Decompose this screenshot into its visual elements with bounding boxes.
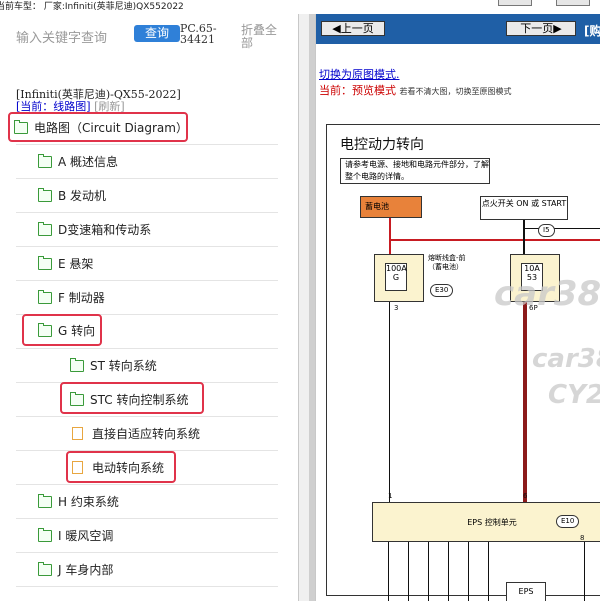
folder-icon [38,290,52,304]
tree-item-label: B 发动机 [58,189,107,203]
output-wire [488,542,489,601]
right-arrow-icon: ▶ [553,22,562,35]
fuse-100a-amp: 100A [386,264,407,273]
ecu-connector-tag: E10 [556,515,580,528]
tree-item-label: ST 转向系统 [90,359,157,373]
ecu-pin-label: 6 [523,492,528,500]
wire-pin6 [523,302,527,502]
diagram-note: 请参考电源、接地和电路元件部分，了解整个电路的详情。 [340,158,490,184]
watermark-logo: car38 [494,274,600,314]
watermark-logo: CY2 [548,380,600,410]
tree-separator [16,280,278,281]
tree-separator [16,416,278,417]
switch-original-mode-link[interactable]: 切换为原图模式. [319,66,400,82]
tree-separator [16,178,278,179]
tree-separator [16,212,278,213]
next-label: 下一页 [520,22,554,35]
battery-wire [389,218,391,254]
tree-item-label: A 概述信息 [58,155,119,169]
left-arrow-icon: ◀ [332,22,341,35]
mode-line: 当前：预览模式 若看不清大图，切换至原图模式 [319,82,512,98]
folder-icon [38,494,52,508]
tree-separator [16,552,278,553]
folder-icon [70,358,84,372]
highlight-box [66,451,176,483]
tree-item-label: D变速箱和传动系 [58,223,152,237]
tree-separator [16,144,278,145]
right-preview-panel: ◀上一页 下一页▶ [购 切换为原图模式. 当前：预览模式 若看不清大图，切换至… [316,14,600,601]
fuse-100a: 100A G [374,254,424,302]
wiring-diagram-image[interactable]: 电控动力转向 请参考电源、接地和电路元件部分，了解整个电路的详情。 蓄电池 点火… [316,114,600,601]
folder-icon [38,222,52,236]
tree-separator [16,586,278,587]
tree-separator [16,518,278,519]
fuse-box-label: 熔断线盒-前（蓄电池） [428,254,466,271]
prev-page-button[interactable]: ◀上一页 [321,21,385,36]
mode-label: 当前： [319,84,352,97]
ignition-wire [523,220,525,254]
scrollbar[interactable] [309,14,315,601]
output-wire [584,542,585,601]
eps-motor-box: EPS [506,582,546,601]
highlight-box [60,382,204,414]
search-button[interactable]: 查询 [134,25,180,42]
current-vehicle-label: 当前车型： 厂家:Infiniti(英菲尼迪)QX552022 [0,2,184,12]
watermark-logo: car38 [532,344,600,374]
tree-separator [16,246,278,247]
tree-item-label: J 车身内部 [58,563,114,577]
pc-code: PC.65-34421 [180,22,217,46]
ignition-switch-box: 点火开关 ON 或 START [480,196,568,220]
tree-item-label: E 悬架 [58,257,94,271]
fuse-100a-label: 100A G [385,263,407,291]
highlight-box [8,112,188,142]
top-status-bar: 当前车型： 厂家:Infiniti(英菲尼迪)QX552022 [0,0,600,14]
tree-item-label: F 制动器 [58,291,105,305]
fuse-connector-tag: E30 [430,284,454,297]
output-wire [428,542,429,601]
output-wire [408,542,409,601]
output-wire [448,542,449,601]
highlight-box [22,314,102,346]
tree-item-label: I 暖风空调 [58,529,114,543]
prev-label: 上一页 [340,22,374,35]
fuse-10a-amp: 10A [524,264,540,273]
page-nav-bar: ◀上一页 下一页▶ [购 [316,14,600,44]
ignition-connector-tag: I5 [538,224,555,237]
output-wire [468,542,469,601]
pin-label: 3 [394,304,399,312]
mode-value: 预览模式 [352,84,396,97]
wire-pin3 [389,302,390,502]
next-page-button[interactable]: 下一页▶ [506,21,576,36]
top-button-1[interactable] [498,0,532,6]
diagram-title: 电控动力转向 [340,137,424,153]
fuse-100a-code: G [392,273,400,282]
tree-item-label: 直接自适应转向系统 [92,427,201,441]
folder-icon [38,528,52,542]
collapse-all-link[interactable]: 折叠全部 [241,24,285,50]
left-tree-panel: 输入关键字查询 查询 PC.65-34421 折叠全部 [Infiniti(英菲… [0,14,298,601]
ecu-pin-label: 8 [580,534,585,542]
tree-separator [16,348,278,349]
top-button-2[interactable] [556,0,590,6]
folder-icon [38,188,52,202]
folder-icon [38,562,52,576]
ecu-pin-label: 1 [388,492,393,500]
mode-hint: 若看不清大图，切换至原图模式 [399,87,512,96]
battery-box: 蓄电池 [360,196,422,218]
ignition-bus-wire [523,228,600,229]
tree-separator [16,484,278,485]
power-bus-wire [389,239,600,241]
preview-title: [购 [584,24,600,38]
output-wire [388,542,389,601]
folder-icon [38,154,52,168]
file-icon [72,427,83,440]
search-input[interactable]: 输入关键字查询 [16,27,107,46]
folder-icon [38,256,52,270]
tree-item-label: H 约束系统 [58,495,119,509]
